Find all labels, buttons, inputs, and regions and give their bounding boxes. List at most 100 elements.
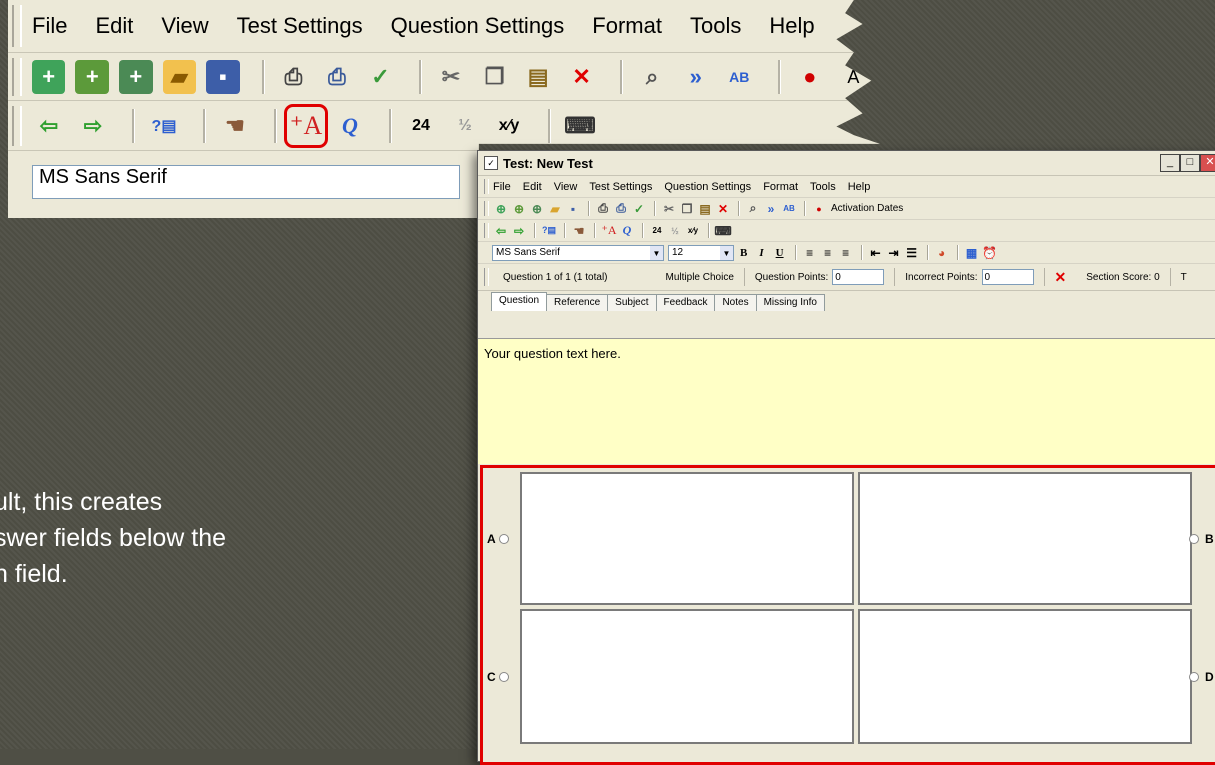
numeric-answer-icon[interactable]: 24 xyxy=(649,223,665,239)
find-next-icon[interactable]: » xyxy=(679,60,713,94)
zoom-menu-view[interactable]: View xyxy=(161,13,208,39)
font-combo[interactable]: MS Sans Serif ▼ xyxy=(492,244,664,261)
new-test-icon[interactable]: + xyxy=(31,60,66,94)
spell-check-icon[interactable]: ✓ xyxy=(364,60,398,94)
insert-question-icon[interactable]: ⊕ xyxy=(529,201,545,217)
menu-file[interactable]: File xyxy=(493,181,511,193)
print-preview-icon[interactable]: ⎙ xyxy=(320,60,354,94)
align-center-icon[interactable]: ≡ xyxy=(820,245,836,261)
copy-icon[interactable]: ❐ xyxy=(679,201,695,217)
save-icon[interactable]: ▪ xyxy=(206,60,240,94)
fraction-icon[interactable]: ½ xyxy=(667,223,683,239)
zoom-menu-format[interactable]: Format xyxy=(592,13,662,39)
delete-icon[interactable]: ✕ xyxy=(565,60,599,94)
menu-test-settings[interactable]: Test Settings xyxy=(589,181,652,193)
outdent-icon[interactable]: ⇤ xyxy=(868,245,884,261)
zoom-menu-tools[interactable]: Tools xyxy=(690,13,741,39)
fraction-icon[interactable]: ½ xyxy=(448,109,482,143)
answer-c-label[interactable]: C xyxy=(487,670,509,684)
cut-icon[interactable]: ✂ xyxy=(434,60,468,94)
color-palette-icon[interactable]: ◕ xyxy=(934,245,950,261)
numeric-answer-icon[interactable]: 24 xyxy=(404,109,438,143)
answer-c-radio[interactable] xyxy=(498,672,509,682)
answer-d-radio[interactable] xyxy=(1189,672,1199,682)
chevron-down-icon[interactable]: ▼ xyxy=(720,245,733,260)
menu-view[interactable]: View xyxy=(554,181,578,193)
activation-dates-label[interactable]: Activation Dates xyxy=(831,203,903,214)
tab-feedback[interactable]: Feedback xyxy=(655,294,716,311)
close-button[interactable]: ✕ xyxy=(1200,154,1215,172)
open-folder-icon[interactable]: ▰ xyxy=(162,60,197,94)
tab-question[interactable]: Question xyxy=(491,292,548,311)
copy-icon[interactable]: ❐ xyxy=(478,60,512,94)
bullets-icon[interactable]: ☰ xyxy=(904,245,920,261)
delete-question-icon[interactable]: ✕ xyxy=(1045,268,1077,286)
replace-icon[interactable]: AB xyxy=(722,60,756,94)
add-question-icon[interactable]: ⊕ xyxy=(511,201,527,217)
alarm-clock-icon[interactable]: ⏰ xyxy=(982,245,998,261)
tab-missing-info[interactable]: Missing Info xyxy=(755,294,825,311)
previous-question-icon[interactable]: ⇦ xyxy=(493,223,509,239)
zoom-menu-help[interactable]: Help xyxy=(769,13,814,39)
find-icon[interactable]: ⌕ xyxy=(635,60,669,94)
menu-format[interactable]: Format xyxy=(763,181,798,193)
incorrect-points-input[interactable] xyxy=(981,269,1034,285)
answer-d-label[interactable]: D xyxy=(1189,670,1214,684)
menu-question-settings[interactable]: Question Settings xyxy=(664,181,751,193)
save-icon[interactable]: ▪ xyxy=(565,201,581,217)
answer-b-field[interactable] xyxy=(858,472,1192,605)
zoom-menu-test-settings[interactable]: Test Settings xyxy=(237,13,363,39)
previous-question-icon[interactable]: ⇦ xyxy=(32,109,66,143)
answer-b-radio[interactable] xyxy=(1189,534,1199,544)
print-preview-icon[interactable]: ⎙ xyxy=(613,201,629,217)
next-question-icon[interactable]: ⇨ xyxy=(76,109,110,143)
question-points-input[interactable] xyxy=(832,269,885,285)
add-question-icon[interactable]: + xyxy=(75,60,110,94)
print-icon[interactable]: ⎙ xyxy=(277,60,311,94)
question-list-icon[interactable]: ?▤ xyxy=(541,223,557,239)
underline-icon[interactable]: U xyxy=(776,247,784,259)
tab-subject[interactable]: Subject xyxy=(607,294,657,311)
menu-edit[interactable]: Edit xyxy=(523,181,542,193)
equation-editor-icon[interactable]: ⌨ xyxy=(714,223,731,239)
zoom-menu-edit[interactable]: Edit xyxy=(95,13,133,39)
bold-icon[interactable]: B xyxy=(740,247,747,259)
paste-icon[interactable]: ▤ xyxy=(697,201,713,217)
zoom-menu-question-settings[interactable]: Question Settings xyxy=(391,13,565,39)
cut-icon[interactable]: ✂ xyxy=(661,201,677,217)
new-test-icon[interactable]: ⊕ xyxy=(493,201,509,217)
add-question-text-icon[interactable]: Q xyxy=(333,109,367,143)
print-icon[interactable]: ⎙ xyxy=(595,201,611,217)
equation-editor-icon[interactable]: ⌨ xyxy=(563,109,597,143)
tab-notes[interactable]: Notes xyxy=(714,294,757,311)
zoom-font-combo[interactable]: MS Sans Serif xyxy=(32,165,460,199)
answer-a-field[interactable] xyxy=(520,472,854,605)
maximize-button[interactable]: □ xyxy=(1180,154,1200,172)
question-text-field[interactable]: Your question text here. xyxy=(478,338,1215,464)
activation-dates-icon[interactable]: ● xyxy=(811,201,827,217)
open-folder-icon[interactable]: ▰ xyxy=(547,201,563,217)
minimize-button[interactable]: _ xyxy=(1160,154,1180,172)
insert-question-icon[interactable]: + xyxy=(119,60,153,94)
answer-a-label[interactable]: A xyxy=(487,532,509,546)
spell-check-icon[interactable]: ✓ xyxy=(631,201,647,217)
zoom-menu-file[interactable]: File xyxy=(32,13,67,39)
chevron-down-icon[interactable]: ▼ xyxy=(650,245,663,260)
next-question-icon[interactable]: ⇨ xyxy=(511,223,527,239)
find-next-icon[interactable]: » xyxy=(763,201,779,217)
calendar-icon[interactable]: ▦ xyxy=(964,245,980,261)
answer-b-label[interactable]: B xyxy=(1189,532,1214,546)
answer-c-field[interactable] xyxy=(520,609,854,744)
add-answer-icon[interactable]: ⁺A xyxy=(601,223,617,239)
activation-dates-icon[interactable]: ● xyxy=(793,60,827,94)
menu-tools[interactable]: Tools xyxy=(810,181,836,193)
replace-icon[interactable]: AB xyxy=(781,201,797,217)
paste-icon[interactable]: ▤ xyxy=(521,60,555,94)
ratio-icon[interactable]: x⁄y xyxy=(685,223,701,239)
question-list-icon[interactable]: ?▤ xyxy=(147,109,181,143)
size-combo[interactable]: 12 ▼ xyxy=(668,244,734,261)
ratio-icon[interactable]: x⁄y xyxy=(492,109,526,143)
align-right-icon[interactable]: ≡ xyxy=(838,245,854,261)
pointer-hand-icon[interactable]: ☚ xyxy=(218,109,252,143)
pointer-hand-icon[interactable]: ☚ xyxy=(571,223,587,239)
